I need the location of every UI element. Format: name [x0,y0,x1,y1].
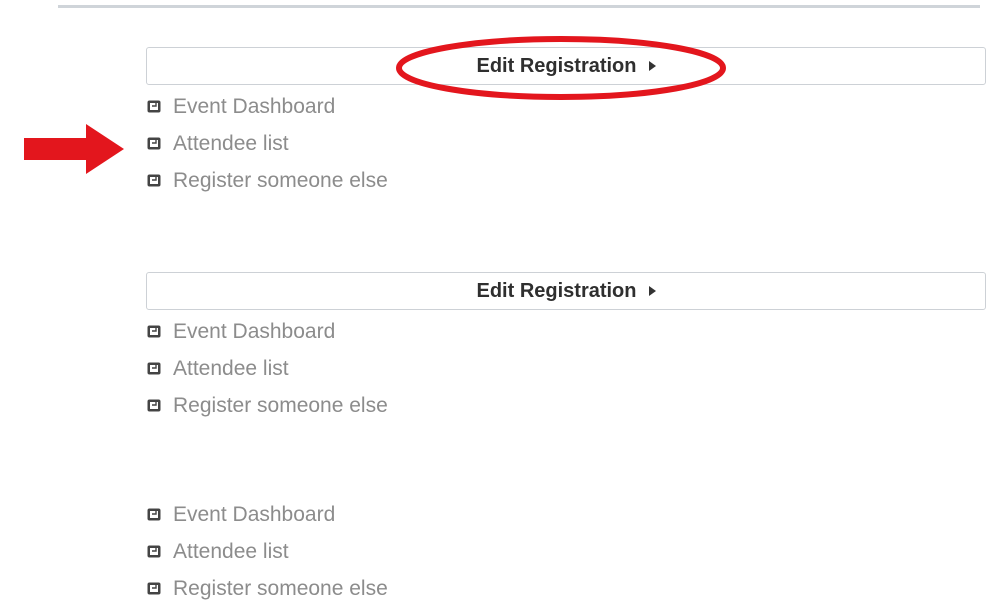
link-list: Event Dashboard Attendee list Register s… [146,88,988,199]
event-dashboard-label: Event Dashboard [173,94,336,118]
register-someone-else-link[interactable]: Register someone else [146,387,988,424]
register-someone-else-label: Register someone else [173,393,388,417]
arrow-shape [24,124,124,174]
attendee-list-link[interactable]: Attendee list [146,533,988,570]
event-dashboard-label: Event Dashboard [173,319,336,343]
edit-registration-button[interactable]: Edit Registration [146,272,986,310]
external-link-icon [147,100,161,113]
top-divider [58,5,980,8]
external-link-icon [147,582,161,595]
edit-registration-button[interactable]: Edit Registration [146,47,986,85]
attendee-list-link[interactable]: Attendee list [146,125,988,162]
attendee-list-link[interactable]: Attendee list [146,350,988,387]
event-dashboard-link[interactable]: Event Dashboard [146,496,988,533]
attendee-list-label: Attendee list [173,131,289,155]
external-link-icon [147,137,161,150]
event-dashboard-link[interactable]: Event Dashboard [146,88,988,125]
register-someone-else-link[interactable]: Register someone else [146,570,988,607]
edit-registration-label: Edit Registration [476,54,637,77]
register-someone-else-label: Register someone else [173,168,388,192]
link-list: Event Dashboard Attendee list Register s… [146,496,988,607]
edit-registration-label: Edit Registration [476,279,637,302]
registration-block-1: Edit Registration Event Dashboard Attend… [146,47,988,199]
red-arrow-annotation [24,124,124,174]
event-dashboard-link[interactable]: Event Dashboard [146,313,988,350]
play-caret-icon [648,61,656,71]
play-caret-icon [648,286,656,296]
external-link-icon [147,545,161,558]
external-link-icon [147,325,161,338]
attendee-list-label: Attendee list [173,539,289,563]
external-link-icon [147,362,161,375]
external-link-icon [147,174,161,187]
external-link-icon [147,508,161,521]
registration-block-2: Edit Registration Event Dashboard Attend… [146,272,988,424]
attendee-list-label: Attendee list [173,356,289,380]
register-someone-else-label: Register someone else [173,576,388,600]
registration-block-3: Event Dashboard Attendee list Register s… [146,496,988,607]
external-link-icon [147,399,161,412]
register-someone-else-link[interactable]: Register someone else [146,162,988,199]
event-dashboard-label: Event Dashboard [173,502,336,526]
link-list: Event Dashboard Attendee list Register s… [146,313,988,424]
